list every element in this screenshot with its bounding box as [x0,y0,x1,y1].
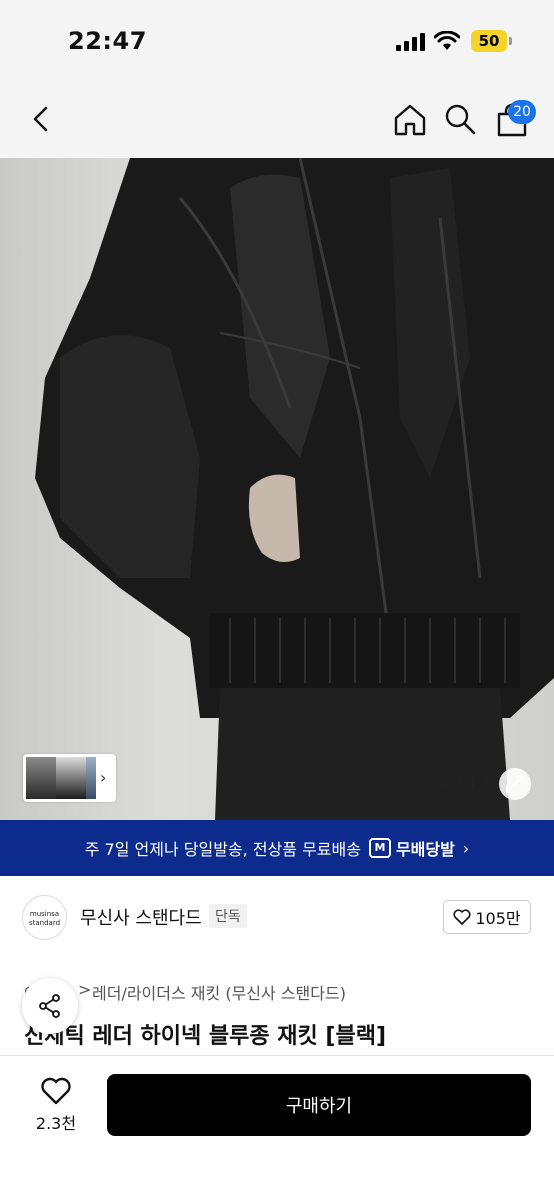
heart-icon [453,909,471,925]
share-icon [39,994,60,1018]
brand-like-count: 105만 [475,909,521,928]
promo-text: 주 7일 언제나 당일발송, 전상품 무료배송 [84,840,361,859]
delivery-promo-banner[interactable]: 주 7일 언제나 당일발송, 전상품 무료배송 M 무배당발 › [0,820,554,876]
product-photo [35,158,554,820]
cellular-signal-icon [396,33,425,51]
product-title: 신세틱 레더 하이넥 블루종 재킷 [블랙] [24,1024,387,1049]
brand-avatar[interactable]: musinsa standard [22,895,67,940]
exclusive-tag: 단독 [209,904,247,928]
wishlist-heart-icon[interactable] [40,1076,72,1106]
thumbnail-2[interactable] [56,757,86,799]
status-time: 22:47 [68,27,147,55]
image-counter: 8 / 13 [438,773,490,794]
brand-row: musinsa standard 무신사 스탠다드 단독 105만 [0,876,554,956]
chevron-right-icon: › [462,838,470,858]
battery-cap [509,37,512,45]
home-icon[interactable] [392,102,428,138]
back-icon[interactable] [26,102,56,136]
avatar-line1: musinsa [29,910,60,918]
avatar-line2: standard [28,919,61,927]
chevron-right-icon: › [100,768,107,787]
battery-indicator: 50 [471,30,507,52]
product-image-gallery[interactable]: › 8 / 13 [0,158,554,820]
breadcrumb-separator: > [78,980,92,999]
bottom-action-bar: 2.3천 구매하기 [0,1055,554,1200]
share-button[interactable] [22,978,78,1034]
status-bar: 22:47 50 [0,0,554,80]
search-icon[interactable] [443,102,477,136]
breadcrumb[interactable]: 레더/라이더스 재킷 (무신사 스탠다드) [92,980,346,1004]
cart-badge: 20 [508,100,536,124]
thumbnail-3[interactable] [86,757,96,799]
wishlist-count: 2.3천 [35,1114,77,1133]
buy-button[interactable]: 구매하기 [107,1074,531,1136]
wifi-icon [434,31,460,50]
gallery-thumbnails[interactable]: › [23,754,116,802]
brand-name[interactable]: 무신사 스탠다드 [80,904,202,930]
expand-icon[interactable] [499,768,531,800]
free-delivery-logo-icon: M [368,838,391,858]
promo-brand: 무배당발 [395,840,455,859]
thumbnail-1[interactable] [26,757,56,799]
brand-like-button[interactable]: 105만 [443,900,531,934]
top-nav: 20 [0,80,554,158]
